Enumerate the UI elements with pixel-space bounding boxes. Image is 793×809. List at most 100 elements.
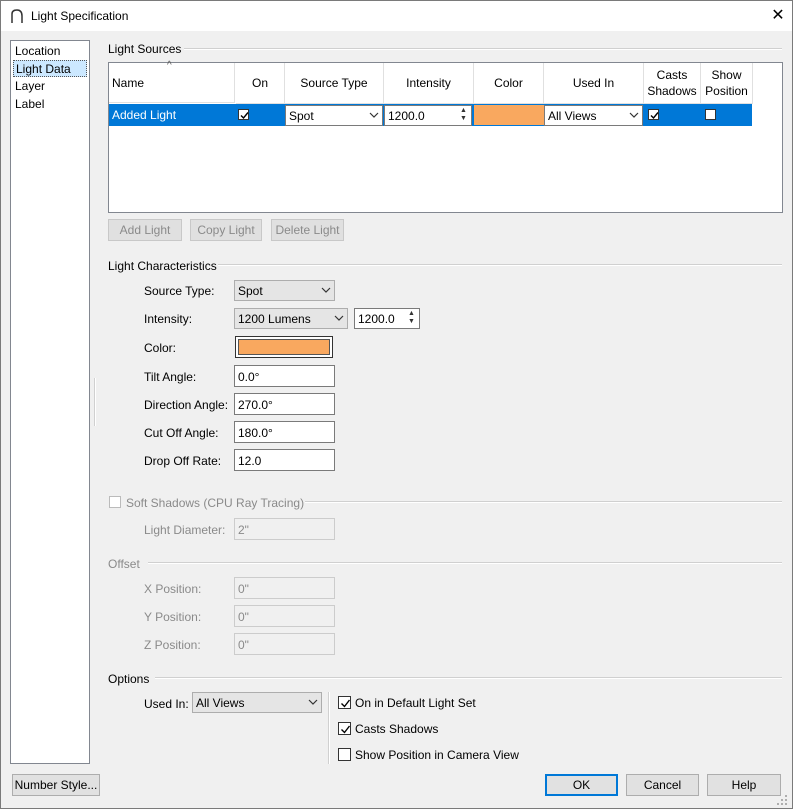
soft-shadows-label: Soft Shadows (CPU Ray Tracing) bbox=[126, 496, 305, 510]
intensity-preset-select[interactable]: 1200 Lumens bbox=[234, 308, 348, 329]
column-header-show-position[interactable]: Show Position bbox=[701, 63, 753, 104]
copy-light-button[interactable]: Copy Light bbox=[190, 219, 262, 241]
column-header-casts-shadows[interactable]: Casts Shadows bbox=[644, 63, 701, 104]
add-light-button[interactable]: Add Light bbox=[108, 219, 182, 241]
row-used-in-select[interactable]: All Views bbox=[544, 105, 643, 126]
help-button[interactable]: Help bbox=[707, 774, 781, 796]
resize-grip-icon[interactable] bbox=[776, 793, 788, 805]
close-button[interactable]: ✕ bbox=[766, 3, 790, 29]
x-position-input[interactable]: 0" bbox=[234, 577, 335, 599]
drop-off-rate-value: 12.0 bbox=[238, 454, 262, 468]
x-position-label: X Position: bbox=[144, 582, 202, 596]
cut-off-angle-input[interactable]: 180.0° bbox=[234, 421, 335, 443]
default-light-set-label: On in Default Light Set bbox=[355, 696, 476, 710]
color-label: Color: bbox=[144, 341, 177, 355]
row-show-position-checkbox[interactable] bbox=[705, 109, 716, 120]
table-row[interactable]: Added Light Spot 1200.0 ▲ ▼ All Views bbox=[109, 104, 752, 126]
z-position-label: Z Position: bbox=[144, 638, 201, 652]
light-characteristics-title: Light Characteristics bbox=[108, 259, 217, 273]
splitter-handle[interactable] bbox=[94, 378, 96, 426]
spin-up-icon[interactable]: ▲ bbox=[405, 310, 418, 318]
spin-down-icon[interactable]: ▼ bbox=[457, 115, 470, 123]
z-position-value: 0" bbox=[238, 638, 249, 652]
direction-angle-value: 270.0° bbox=[238, 398, 273, 412]
light-sources-table: Name ^ On Source Type Intensity Color Us… bbox=[108, 60, 783, 213]
chevron-down-icon bbox=[308, 699, 318, 705]
x-position-value: 0" bbox=[238, 582, 249, 596]
row-intensity-spin-buttons[interactable]: ▲ ▼ bbox=[457, 107, 470, 124]
row-color-swatch[interactable] bbox=[474, 105, 544, 125]
direction-angle-input[interactable]: 270.0° bbox=[234, 393, 335, 415]
divider bbox=[148, 562, 782, 564]
used-in-select[interactable]: All Views bbox=[192, 692, 322, 713]
row-used-in-value: All Views bbox=[548, 109, 597, 123]
chevron-down-icon bbox=[321, 287, 331, 293]
color-button[interactable] bbox=[235, 336, 333, 358]
nav-item-light-data[interactable]: Light Data bbox=[13, 60, 87, 77]
row-intensity-value: 1200.0 bbox=[388, 109, 425, 123]
chevron-down-icon bbox=[369, 112, 379, 118]
column-header-on[interactable]: On bbox=[236, 63, 285, 104]
z-position-input[interactable]: 0" bbox=[234, 633, 335, 655]
window-title: Light Specification bbox=[31, 9, 129, 23]
row-source-type-select[interactable]: Spot bbox=[285, 105, 383, 126]
casts-shadows-label: Casts Shadows bbox=[355, 722, 439, 736]
cut-off-angle-value: 180.0° bbox=[238, 426, 273, 440]
show-position-label: Show Position in Camera View bbox=[355, 748, 519, 762]
column-header-color[interactable]: Color bbox=[474, 63, 544, 104]
tilt-angle-input[interactable]: 0.0° bbox=[234, 365, 335, 387]
intensity-value: 1200.0 bbox=[358, 312, 395, 326]
intensity-label: Intensity: bbox=[144, 312, 193, 326]
divider bbox=[218, 264, 782, 266]
app-arch-icon bbox=[11, 9, 23, 23]
light-diameter-input[interactable]: 2" bbox=[234, 518, 335, 540]
cut-off-angle-label: Cut Off Angle: bbox=[144, 426, 219, 440]
light-diameter-value: 2" bbox=[238, 523, 249, 537]
casts-shadows-checkbox[interactable] bbox=[338, 722, 351, 735]
number-style-button[interactable]: Number Style... bbox=[12, 774, 100, 796]
chevron-down-icon bbox=[334, 315, 344, 321]
nav-item-location[interactable]: Location bbox=[13, 43, 87, 60]
sort-ascending-icon: ^ bbox=[167, 60, 172, 71]
title-bar: Light Specification ✕ bbox=[1, 1, 792, 31]
tilt-angle-label: Tilt Angle: bbox=[144, 370, 197, 384]
spin-down-icon[interactable]: ▼ bbox=[405, 318, 418, 326]
row-casts-shadows-checkbox[interactable] bbox=[648, 109, 659, 120]
column-header-used-in[interactable]: Used In bbox=[544, 63, 644, 104]
row-source-type-value: Spot bbox=[289, 109, 314, 123]
intensity-spin-buttons[interactable]: ▲ ▼ bbox=[405, 310, 418, 327]
nav-item-label[interactable]: Label bbox=[13, 96, 87, 113]
drop-off-rate-input[interactable]: 12.0 bbox=[234, 449, 335, 471]
intensity-preset-value: 1200 Lumens bbox=[238, 312, 311, 326]
default-light-set-checkbox[interactable] bbox=[338, 696, 351, 709]
options-separator bbox=[328, 692, 330, 764]
divider bbox=[155, 677, 782, 679]
y-position-input[interactable]: 0" bbox=[234, 605, 335, 627]
used-in-label: Used In: bbox=[144, 697, 189, 711]
delete-light-button[interactable]: Delete Light bbox=[271, 219, 344, 241]
used-in-value: All Views bbox=[196, 696, 245, 710]
ok-button[interactable]: OK bbox=[545, 774, 618, 796]
row-on-checkbox[interactable] bbox=[238, 109, 249, 120]
category-list: Location Light Data Layer Label bbox=[10, 40, 90, 764]
row-name[interactable]: Added Light bbox=[112, 104, 176, 126]
y-position-label: Y Position: bbox=[144, 610, 202, 624]
row-intensity-spinner[interactable]: 1200.0 ▲ ▼ bbox=[384, 105, 472, 126]
source-type-select[interactable]: Spot bbox=[234, 280, 335, 301]
spin-up-icon[interactable]: ▲ bbox=[457, 107, 470, 115]
tilt-angle-value: 0.0° bbox=[238, 370, 260, 384]
light-sources-title: Light Sources bbox=[108, 42, 182, 56]
nav-item-layer[interactable]: Layer bbox=[13, 78, 87, 95]
divider bbox=[305, 501, 782, 503]
direction-angle-label: Direction Angle: bbox=[144, 398, 229, 412]
intensity-spinner[interactable]: 1200.0 ▲ ▼ bbox=[354, 308, 420, 329]
column-header-name[interactable]: Name bbox=[109, 63, 235, 103]
soft-shadows-checkbox[interactable] bbox=[109, 496, 121, 508]
offset-title: Offset bbox=[108, 557, 140, 571]
column-name-label: Name bbox=[112, 75, 145, 90]
source-type-value: Spot bbox=[238, 284, 263, 298]
show-position-checkbox[interactable] bbox=[338, 748, 351, 761]
cancel-button[interactable]: Cancel bbox=[626, 774, 699, 796]
column-header-intensity[interactable]: Intensity bbox=[384, 63, 474, 104]
column-header-source-type[interactable]: Source Type bbox=[285, 63, 384, 104]
